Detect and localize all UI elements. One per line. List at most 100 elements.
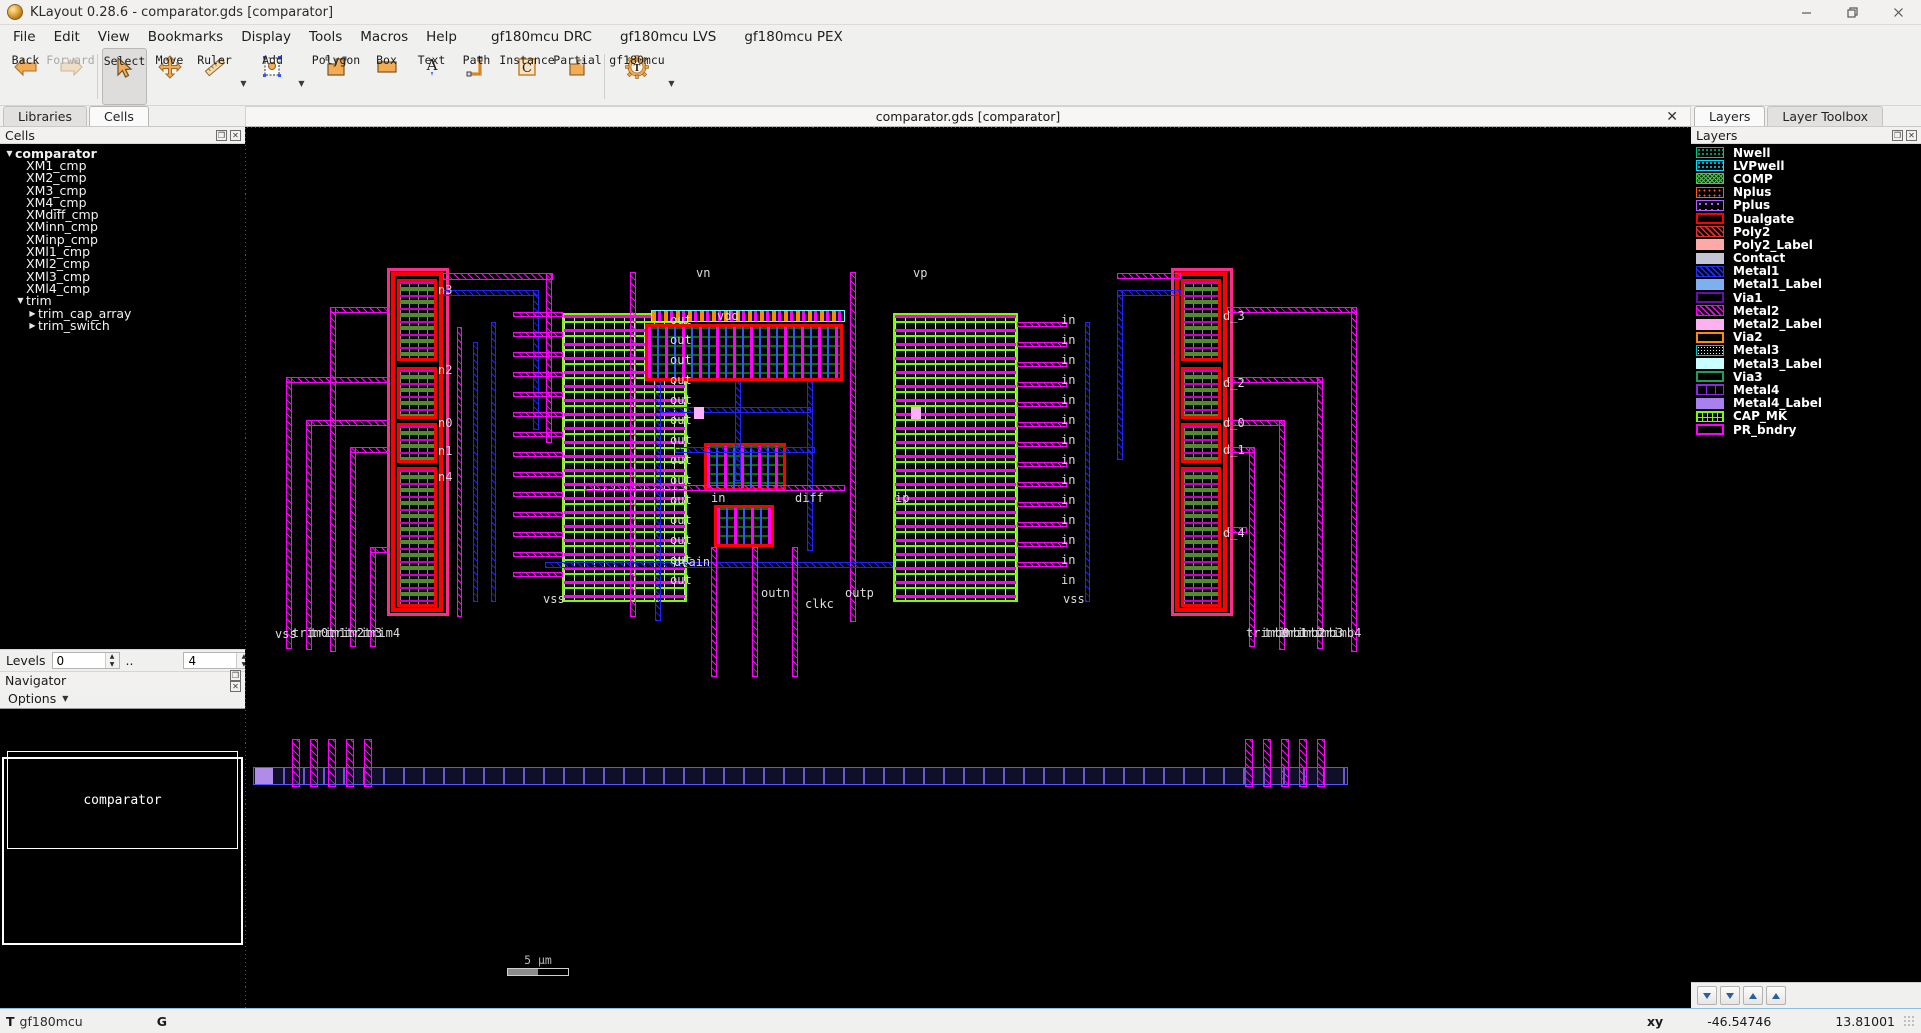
layer-swatch[interactable] <box>1696 239 1724 250</box>
gf180mcu-dropdown-icon[interactable]: ▼ <box>665 48 678 105</box>
minimize-icon[interactable] <box>1783 0 1829 25</box>
navigator-view[interactable]: comparator <box>0 708 245 1008</box>
layer-swatch[interactable] <box>1696 266 1724 277</box>
menu-view[interactable]: View <box>89 27 139 47</box>
tab-cells[interactable]: Cells <box>89 106 149 126</box>
close-icon[interactable]: ✕ <box>1906 130 1917 141</box>
tab-libraries[interactable]: Libraries <box>3 106 87 126</box>
layer-row[interactable]: Metal1_Label <box>1691 278 1921 291</box>
maximize-icon[interactable] <box>1829 0 1875 25</box>
spin-up-icon[interactable]: ▲ <box>106 653 119 661</box>
tab-layer-toolbox[interactable]: Layer Toolbox <box>1767 106 1883 126</box>
layer-swatch[interactable] <box>1696 187 1724 198</box>
move-layer-up-icon[interactable] <box>1766 986 1786 1005</box>
resize-grip-icon[interactable] <box>1903 1015 1915 1027</box>
layer-row[interactable]: Nwell <box>1691 146 1921 159</box>
move-layer-down-icon[interactable] <box>1720 986 1740 1005</box>
layer-row[interactable]: Metal3_Label <box>1691 357 1921 370</box>
menu-gf180mcu-pex[interactable]: gf180mcu PEX <box>735 27 851 47</box>
layer-row[interactable]: Metal2 <box>1691 304 1921 317</box>
layer-swatch[interactable] <box>1696 424 1724 435</box>
layer-row[interactable]: CAP_MK <box>1691 410 1921 423</box>
technology-name[interactable]: gf180mcu <box>20 1014 83 1029</box>
menu-tools[interactable]: Tools <box>300 27 351 47</box>
expander-open-icon[interactable]: ▼ <box>4 149 15 158</box>
move-tool-button[interactable]: Move <box>147 48 192 105</box>
layer-swatch[interactable] <box>1696 319 1724 330</box>
layer-swatch[interactable] <box>1696 253 1724 264</box>
layer-swatch[interactable] <box>1696 345 1724 356</box>
layer-row[interactable]: Metal1 <box>1691 265 1921 278</box>
layer-swatch[interactable] <box>1696 398 1724 409</box>
close-icon[interactable] <box>1875 0 1921 25</box>
navigator-options-menu[interactable]: Options ▼ <box>0 689 245 708</box>
ruler-dropdown-icon[interactable]: ▼ <box>237 48 250 105</box>
layer-row[interactable]: Dualgate <box>1691 212 1921 225</box>
layer-list[interactable]: Nwell LVPwell COMP Nplus Pplus Dualgate … <box>1691 144 1921 982</box>
layer-row[interactable]: PR_bndry <box>1691 423 1921 436</box>
layer-row[interactable]: Poly2_Label <box>1691 238 1921 251</box>
layer-swatch[interactable] <box>1696 305 1724 316</box>
menu-edit[interactable]: Edit <box>45 27 89 47</box>
menu-bookmarks[interactable]: Bookmarks <box>139 27 232 47</box>
expander-open-icon[interactable]: ▼ <box>15 296 26 305</box>
menu-gf180mcu-drc[interactable]: gf180mcu DRC <box>482 27 601 47</box>
layout-canvas[interactable]: vn vp vdd n3 n2 n0 n1 n4 d_3 d_2 d_0 d_1… <box>245 127 1691 1008</box>
cell-tree[interactable]: ▼comparator XM1_cmp XM2_cmp XM3_cmp XM4_… <box>0 144 245 649</box>
layer-row[interactable]: Via2 <box>1691 331 1921 344</box>
layer-row[interactable]: Nplus <box>1691 186 1921 199</box>
layer-row[interactable]: Metal3 <box>1691 344 1921 357</box>
spin-down-icon[interactable]: ▼ <box>106 661 119 669</box>
layer-swatch[interactable] <box>1696 173 1724 184</box>
text-tool-button[interactable]: A Text <box>409 48 454 105</box>
levels-from-input[interactable] <box>53 653 105 668</box>
expander-closed-icon[interactable]: ▶ <box>27 321 38 330</box>
undock-icon[interactable]: ❐ <box>230 670 241 681</box>
tab-layers[interactable]: Layers <box>1694 106 1765 126</box>
layer-row[interactable]: Via3 <box>1691 370 1921 383</box>
cell-tree-row[interactable]: ▶trim_cap_array <box>0 307 245 319</box>
close-icon[interactable]: ✕ <box>230 130 241 141</box>
ruler-tool-button[interactable]: Ruler <box>192 48 237 105</box>
layer-row[interactable]: Contact <box>1691 252 1921 265</box>
undock-icon[interactable]: ❐ <box>1892 130 1903 141</box>
move-layer-down-icon[interactable] <box>1697 986 1717 1005</box>
layer-swatch[interactable] <box>1696 147 1724 158</box>
layer-row[interactable]: Metal4_Label <box>1691 397 1921 410</box>
add-tool-button[interactable]: Add <box>250 48 295 105</box>
layer-row[interactable]: Metal4 <box>1691 383 1921 396</box>
select-tool-button[interactable]: Select <box>102 48 147 105</box>
cell-tree-row[interactable]: ▶trim_switch <box>0 319 245 331</box>
layer-swatch[interactable] <box>1696 371 1724 382</box>
instance-tool-button[interactable]: C Instance <box>499 48 555 105</box>
partial-tool-button[interactable]: Partial <box>555 48 600 105</box>
layer-swatch[interactable] <box>1696 411 1724 422</box>
layer-swatch[interactable] <box>1696 384 1724 395</box>
layer-row[interactable]: COMP <box>1691 172 1921 185</box>
menu-help[interactable]: Help <box>417 27 466 47</box>
undock-icon[interactable]: ❐ <box>216 130 227 141</box>
menu-display[interactable]: Display <box>232 27 300 47</box>
spinner-buttons[interactable]: ▲▼ <box>105 653 119 668</box>
polygon-tool-button[interactable]: Polygon <box>308 48 364 105</box>
path-tool-button[interactable]: Path <box>454 48 499 105</box>
layer-swatch[interactable] <box>1696 226 1724 237</box>
levels-to-spinner[interactable]: ▲▼ <box>183 652 251 669</box>
layer-row[interactable]: LVPwell <box>1691 159 1921 172</box>
levels-to-input[interactable] <box>184 653 236 668</box>
menu-gf180mcu-lvs[interactable]: gf180mcu LVS <box>611 27 725 47</box>
expander-closed-icon[interactable]: ▶ <box>27 309 38 318</box>
gf180mcu-tool-button[interactable]: T gf180mcu <box>609 48 665 105</box>
layout-view-tab[interactable]: comparator.gds [comparator] ✕ <box>245 106 1691 127</box>
close-icon[interactable]: ✕ <box>1666 109 1678 125</box>
back-button[interactable]: Back <box>3 48 48 105</box>
add-dropdown-icon[interactable]: ▼ <box>295 48 308 105</box>
layer-row[interactable]: Metal2_Label <box>1691 317 1921 330</box>
chevron-down-icon[interactable]: ▼ <box>62 694 68 703</box>
layer-row[interactable]: Pplus <box>1691 199 1921 212</box>
layer-swatch[interactable] <box>1696 200 1724 211</box>
menu-macros[interactable]: Macros <box>351 27 417 47</box>
layer-row[interactable]: Via1 <box>1691 291 1921 304</box>
layer-swatch[interactable] <box>1696 213 1724 224</box>
layer-swatch[interactable] <box>1696 279 1724 290</box>
